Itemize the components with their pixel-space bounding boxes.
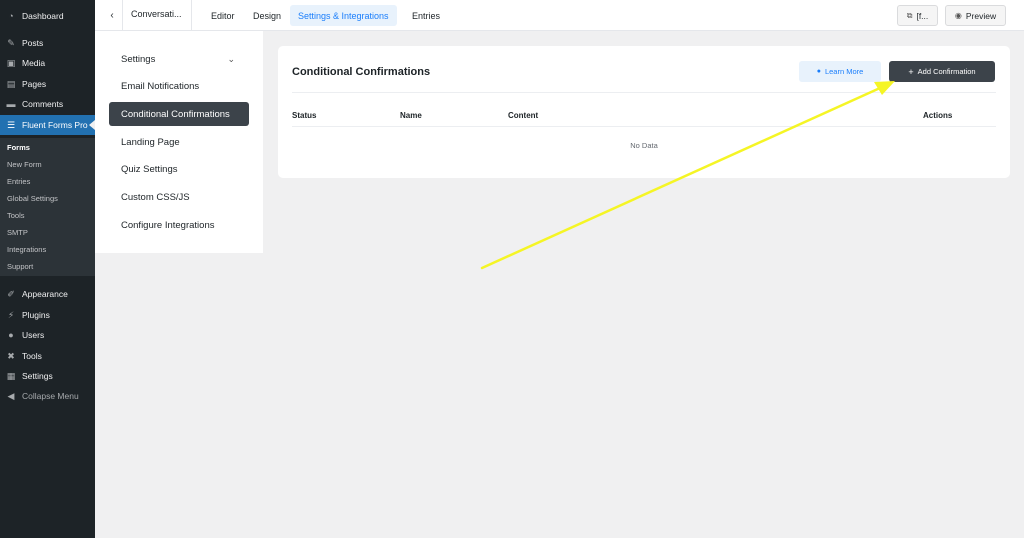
menu-item-plugins[interactable]: ⚡ Plugins	[0, 305, 95, 325]
tab-entries[interactable]: Entries	[404, 5, 448, 26]
tab-editor[interactable]: Editor	[203, 5, 243, 26]
plugin-icon: ⚡	[7, 310, 15, 320]
wrench-icon: ✖	[7, 351, 15, 361]
nav-settings[interactable]: Settings ⌄	[109, 47, 249, 71]
brush-icon: ✐	[7, 289, 15, 299]
chevron-down-icon: ⌄	[227, 53, 235, 64]
nav-quiz-settings[interactable]: Quiz Settings	[109, 157, 249, 181]
chevron-left-icon: ‹	[110, 9, 114, 21]
menu-item-pages[interactable]: ▤ Pages	[0, 74, 95, 94]
pin-icon: ✎	[7, 38, 15, 48]
nav-configure-integrations[interactable]: Configure Integrations	[109, 213, 249, 237]
nav-landing-page[interactable]: Landing Page	[109, 130, 249, 154]
user-icon: ●	[8, 330, 14, 340]
submenu-support[interactable]: Support	[0, 258, 95, 274]
column-header-status: Status	[292, 111, 317, 120]
column-header-name: Name	[400, 111, 422, 120]
menu-item-tools[interactable]: ✖ Tools	[0, 346, 95, 366]
nav-email-notifications[interactable]: Email Notifications	[109, 74, 249, 98]
settings-nav: Settings ⌄ Email Notifications Conditiona…	[95, 31, 263, 253]
plus-icon: +	[908, 66, 914, 77]
conditional-confirmations-card: Conditional Confirmations ● Learn More + A…	[278, 46, 1010, 178]
menu-item-comments[interactable]: ▬ Comments	[0, 94, 95, 114]
back-button[interactable]: ‹	[105, 7, 119, 23]
tab-design[interactable]: Design	[245, 5, 289, 26]
collapse-menu-button[interactable]: ◀ Collapse Menu	[0, 386, 95, 406]
dashboard-icon: ◔	[8, 11, 14, 21]
learn-more-button[interactable]: ● Learn More	[799, 61, 881, 82]
comment-icon: ▬	[6, 99, 16, 109]
menu-item-fluent-forms[interactable]: ☰ Fluent Forms Pro	[0, 115, 95, 135]
wp-admin-sidebar: ◔ Dashboard ✎ Posts ▣ Media ▤ Pages ▬ Comment…	[0, 0, 95, 538]
menu-item-media[interactable]: ▣ Media	[0, 53, 95, 73]
column-header-actions: Actions	[923, 111, 953, 120]
submenu-tools[interactable]: Tools	[0, 207, 95, 223]
collapse-icon: ◀	[7, 391, 15, 401]
menu-item-users[interactable]: ● Users	[0, 325, 95, 345]
column-header-content: Content	[508, 111, 539, 120]
pages-icon: ▤	[6, 79, 16, 89]
nav-conditional-confirmations[interactable]: Conditional Confirmations	[109, 102, 249, 126]
divider	[292, 92, 996, 93]
menu-item-appearance[interactable]: ✐ Appearance	[0, 284, 95, 304]
add-confirmation-button[interactable]: + Add Confirmation	[889, 61, 995, 82]
eye-icon: ◉	[954, 11, 962, 20]
settings-icon: ▦	[6, 371, 16, 381]
submenu-new-form[interactable]: New Form	[0, 156, 95, 172]
media-icon: ▣	[6, 58, 16, 68]
divider	[191, 0, 192, 31]
nav-custom-css-js[interactable]: Custom CSS/JS	[109, 185, 249, 209]
form-editor-topbar: ‹ Conversati... Editor Design Settings &…	[95, 0, 1024, 31]
shortcode-button[interactable]: ⧉ [f...	[897, 5, 938, 26]
divider	[122, 0, 123, 31]
submenu-entries[interactable]: Entries	[0, 173, 95, 189]
info-icon: ●	[816, 68, 821, 75]
copy-icon: ⧉	[906, 10, 913, 20]
form-title: Conversati...	[131, 9, 182, 19]
table-header-divider	[292, 126, 996, 127]
empty-state-text: No Data	[630, 141, 658, 150]
preview-button[interactable]: ◉ Preview	[945, 5, 1006, 26]
submenu-integrations[interactable]: Integrations	[0, 241, 95, 257]
submenu-smtp[interactable]: SMTP	[0, 224, 95, 240]
menu-item-dashboard[interactable]: ◔ Dashboard	[0, 6, 95, 26]
submenu-global-settings[interactable]: Global Settings	[0, 190, 95, 206]
card-title: Conditional Confirmations	[292, 66, 431, 78]
submenu-forms[interactable]: Forms	[0, 139, 95, 155]
menu-item-posts[interactable]: ✎ Posts	[0, 33, 95, 53]
fluent-forms-icon: ☰	[6, 120, 16, 130]
menu-item-settings[interactable]: ▦ Settings	[0, 366, 95, 386]
tab-settings-integrations[interactable]: Settings & Integrations	[290, 5, 397, 26]
